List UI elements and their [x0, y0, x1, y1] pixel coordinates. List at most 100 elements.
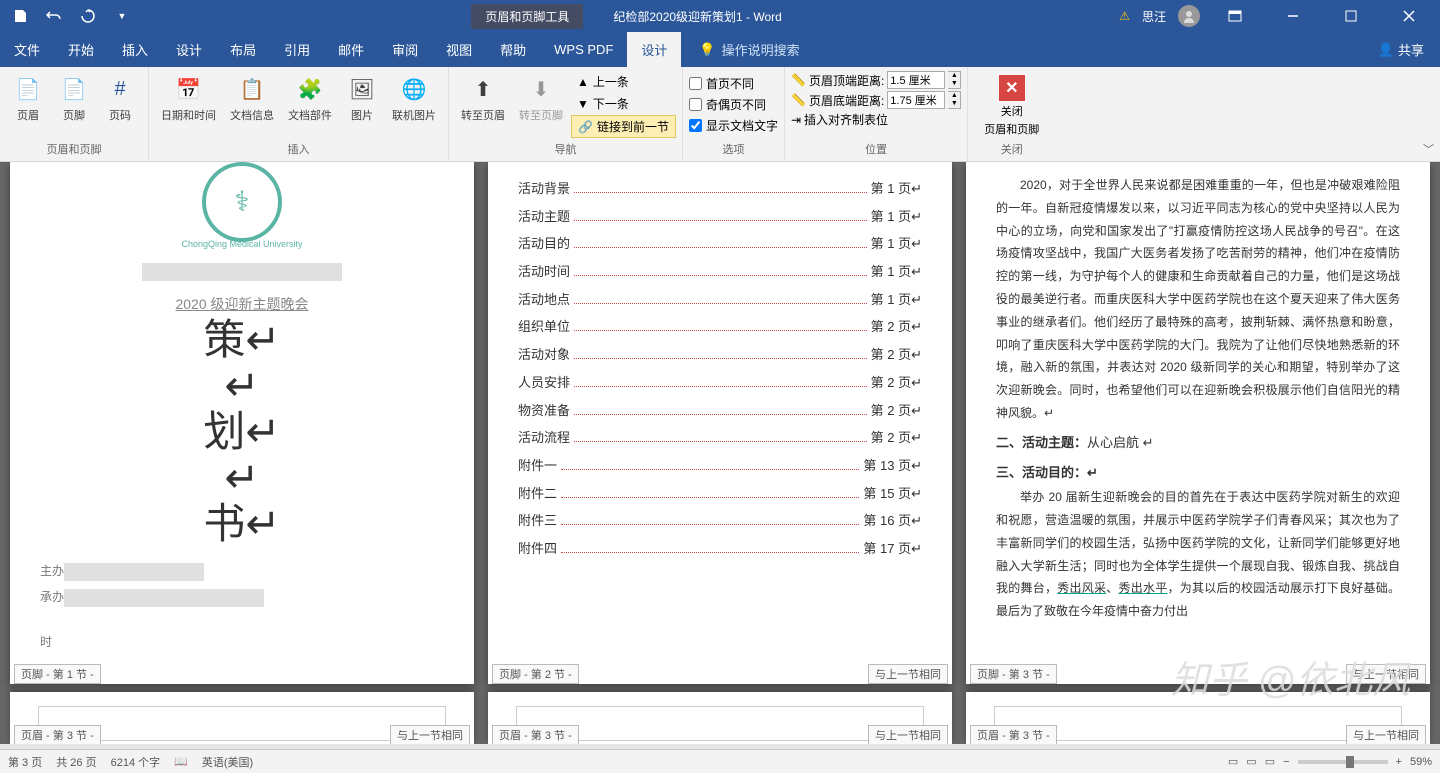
- tab-hf-design[interactable]: 设计: [627, 32, 681, 67]
- tab-layout[interactable]: 布局: [216, 32, 270, 67]
- goto-footer-button[interactable]: ⬇转至页脚: [513, 71, 569, 125]
- redo-icon[interactable]: [76, 4, 100, 28]
- tab-icon: ⇥: [791, 113, 801, 127]
- host-label: 主办: [40, 564, 64, 578]
- share-icon: 👤: [1378, 42, 1394, 58]
- insert-align-tab-button[interactable]: ⇥插入对齐制表位: [791, 111, 961, 128]
- ruler-icon: 📏: [791, 93, 806, 107]
- tab-wps-pdf[interactable]: WPS PDF: [540, 32, 627, 67]
- same-as-prev-6: 与上一节相同: [1346, 725, 1426, 744]
- save-icon[interactable]: [8, 4, 32, 28]
- tab-home[interactable]: 开始: [54, 32, 108, 67]
- ribbon-display-icon[interactable]: [1212, 0, 1258, 32]
- qat-dropdown-icon[interactable]: ▼: [110, 4, 134, 28]
- document-page-1[interactable]: ⚕ ChongQing Medical University 2020 级迎新主…: [10, 162, 474, 684]
- view-web-icon[interactable]: ▭: [1265, 755, 1275, 768]
- status-page[interactable]: 第 3 页: [8, 754, 42, 770]
- view-read-icon[interactable]: ▭: [1246, 755, 1256, 768]
- footer-bottom-input[interactable]: [887, 91, 945, 109]
- different-first-checkbox[interactable]: 首页不同: [689, 75, 778, 92]
- title-char-1: 策↵: [40, 318, 444, 364]
- section-heading-3: 三、活动目的：↵: [996, 461, 1400, 486]
- close-header-footer-button[interactable]: ✕ 关闭 页眉和页脚: [974, 71, 1049, 141]
- header-tag-5: 页眉 - 第 3 节 -: [492, 725, 579, 744]
- share-button[interactable]: 👤 共享: [1378, 40, 1424, 59]
- different-odd-even-checkbox[interactable]: 奇偶页不同: [689, 96, 778, 113]
- spin-up-icon[interactable]: ▲: [948, 72, 960, 80]
- header-tag-4: 页眉 - 第 3 节 -: [14, 725, 101, 744]
- page-number-button[interactable]: #页码: [98, 71, 142, 125]
- quickparts-button[interactable]: 🧩文档部件: [282, 71, 338, 125]
- title-char-3: 划↵: [40, 410, 444, 456]
- link-to-previous-button[interactable]: 🔗链接到前一节: [571, 115, 676, 138]
- goto-footer-icon: ⬇: [525, 73, 557, 105]
- status-spellcheck-icon[interactable]: 📖: [174, 755, 188, 768]
- zoom-slider[interactable]: [1298, 760, 1388, 764]
- spin-up-icon[interactable]: ▲: [948, 92, 960, 100]
- tab-view[interactable]: 视图: [432, 32, 486, 67]
- collapse-ribbon-icon[interactable]: ﹀: [1423, 141, 1434, 157]
- toc-row: 物资准备第 2 页↵: [518, 399, 922, 424]
- zoom-in-icon[interactable]: +: [1396, 756, 1402, 768]
- zoom-out-icon[interactable]: −: [1283, 756, 1289, 768]
- previous-button[interactable]: ▲上一条: [571, 71, 676, 92]
- next-button[interactable]: ▼下一条: [571, 93, 676, 114]
- toc-row: 活动流程第 2 页↵: [518, 426, 922, 451]
- goto-header-button[interactable]: ⬆转至页眉: [455, 71, 511, 125]
- document-page-3[interactable]: 2020，对于全世界人民来说都是困难重重的一年，但也是冲破艰难险阻的一年。自新冠…: [966, 162, 1430, 684]
- view-print-icon[interactable]: ▭: [1228, 755, 1238, 768]
- status-language[interactable]: 英语(美国): [202, 754, 253, 770]
- info-icon: 📋: [236, 73, 268, 105]
- context-tab-header-footer: 页眉和页脚工具: [471, 4, 583, 29]
- tab-insert[interactable]: 插入: [108, 32, 162, 67]
- close-window-icon[interactable]: [1386, 0, 1432, 32]
- undo-icon[interactable]: [42, 4, 66, 28]
- tab-help[interactable]: 帮助: [486, 32, 540, 67]
- show-doc-text-checkbox[interactable]: 显示文档文字: [689, 117, 778, 134]
- datetime-button[interactable]: 📅日期和时间: [155, 71, 222, 125]
- document-page-4-top[interactable]: 页眉 - 第 3 节 - 与上一节相同: [10, 692, 474, 744]
- toc-row: 活动背景第 1 页↵: [518, 177, 922, 202]
- ruler-icon: 📏: [791, 73, 806, 87]
- toc-row: 活动对象第 2 页↵: [518, 343, 922, 368]
- header-top-input[interactable]: [887, 71, 945, 89]
- minimize-icon[interactable]: [1270, 0, 1316, 32]
- org-label: 承办: [40, 590, 64, 604]
- group-navigation: 导航: [455, 141, 676, 159]
- footer-button[interactable]: 📄页脚: [52, 71, 96, 125]
- tab-design[interactable]: 设计: [162, 32, 216, 67]
- user-avatar[interactable]: [1178, 5, 1200, 27]
- spin-down-icon[interactable]: ▼: [948, 80, 960, 88]
- maximize-icon[interactable]: [1328, 0, 1374, 32]
- tab-review[interactable]: 审阅: [378, 32, 432, 67]
- document-page-2[interactable]: 活动背景第 1 页↵活动主题第 1 页↵活动目的第 1 页↵活动时间第 1 页↵…: [488, 162, 952, 684]
- down-arrow-icon: ▼: [577, 97, 589, 111]
- group-position: 位置: [791, 141, 961, 159]
- calendar-icon: 📅: [173, 73, 205, 105]
- document-title: 纪检部2020级迎新策划1 - Word: [613, 8, 782, 25]
- body-paragraph-1: 2020，对于全世界人民来说都是困难重重的一年，但也是冲破艰难险阻的一年。自新冠…: [996, 174, 1400, 425]
- tab-mailings[interactable]: 邮件: [324, 32, 378, 67]
- online-picture-button[interactable]: 🌐联机图片: [386, 71, 442, 125]
- footer-tag-2: 页脚 - 第 2 节 -: [492, 664, 579, 684]
- tab-file[interactable]: 文件: [0, 32, 54, 67]
- toc-row: 活动时间第 1 页↵: [518, 260, 922, 285]
- tab-references[interactable]: 引用: [270, 32, 324, 67]
- toc-row: 人员安排第 2 页↵: [518, 371, 922, 396]
- picture-button[interactable]: 🖼图片: [340, 71, 384, 125]
- title-char-4: ↵: [40, 456, 444, 502]
- spin-down-icon[interactable]: ▼: [948, 100, 960, 108]
- header-button[interactable]: 📄页眉: [6, 71, 50, 125]
- user-name: 思汪: [1142, 8, 1166, 25]
- zoom-percent[interactable]: 59%: [1410, 756, 1432, 768]
- group-close: 关闭: [974, 141, 1049, 159]
- toc-row: 附件四第 17 页↵: [518, 537, 922, 562]
- docinfo-button[interactable]: 📋文档信息: [224, 71, 280, 125]
- document-page-5-top[interactable]: 页眉 - 第 3 节 - 与上一节相同: [488, 692, 952, 744]
- document-page-6-top[interactable]: 页眉 - 第 3 节 - 与上一节相同: [966, 692, 1430, 744]
- tell-me-search[interactable]: 💡 操作说明搜索: [681, 40, 799, 59]
- status-word-count[interactable]: 6214 个字: [111, 754, 161, 770]
- time-label: 时: [40, 635, 52, 649]
- warning-icon[interactable]: ⚠: [1119, 9, 1130, 23]
- title-char-5: 书↵: [40, 502, 444, 548]
